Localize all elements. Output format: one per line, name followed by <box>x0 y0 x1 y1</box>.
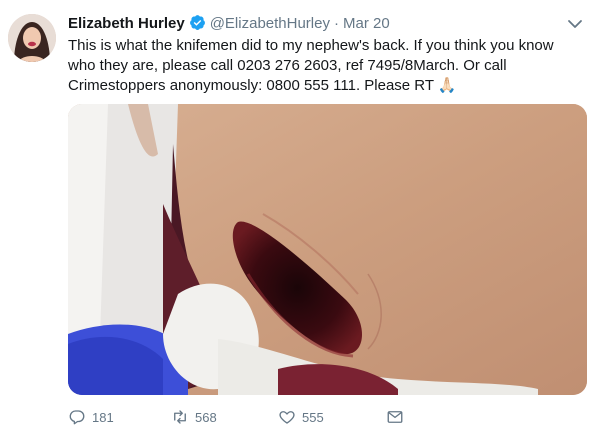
tweet-date[interactable]: Mar 20 <box>343 15 390 32</box>
reply-icon <box>69 410 85 425</box>
separator-dot: · <box>333 15 339 32</box>
avatar-image <box>8 14 56 62</box>
retweet-button[interactable]: 568 <box>171 403 217 431</box>
chevron-down-icon[interactable] <box>565 14 585 34</box>
envelope-icon <box>387 411 403 423</box>
tweet-card[interactable]: Elizabeth Hurley @ElizabethHurley · Mar 20 … <box>0 0 597 442</box>
verified-badge-icon <box>189 14 206 31</box>
tweet-text: This is what the knifemen did to my neph… <box>68 37 554 94</box>
heart-icon <box>279 411 295 424</box>
wound-photo-image <box>68 104 587 395</box>
author-handle[interactable]: @ElizabethHurley <box>210 15 330 32</box>
like-button[interactable]: 555 <box>278 403 324 431</box>
direct-message-button[interactable] <box>386 403 410 431</box>
tweet-photo[interactable] <box>68 104 587 395</box>
avatar[interactable] <box>8 14 56 62</box>
author-name[interactable]: Elizabeth Hurley <box>68 15 185 32</box>
tweet-actions: 181 568 555 <box>68 403 488 431</box>
like-count: 555 <box>302 409 324 425</box>
retweet-icon <box>174 410 186 424</box>
tweet-header: Elizabeth Hurley @ElizabethHurley · Mar 20 <box>68 14 585 34</box>
reply-count: 181 <box>92 409 114 425</box>
retweet-count: 568 <box>195 409 217 425</box>
reply-button[interactable]: 181 <box>68 403 114 431</box>
